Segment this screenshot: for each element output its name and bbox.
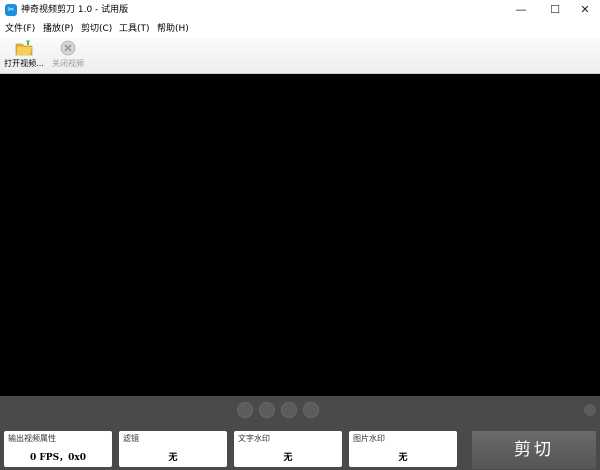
text-watermark-label: 文字水印 bbox=[238, 434, 270, 443]
playback-controls bbox=[0, 396, 600, 424]
menu-tools[interactable]: 工具(T) bbox=[119, 23, 150, 35]
toolbar: 打开视频... 关闭视频 bbox=[0, 38, 600, 74]
close-window-button[interactable]: ✕ bbox=[570, 0, 600, 20]
image-watermark-box[interactable]: 图片水印 无 bbox=[349, 431, 457, 467]
bottom-panel: 输出视频属性 0 FPS，0x0 滤镜 无 文字水印 无 图片水印 无 剪切 bbox=[0, 424, 600, 470]
open-video-label: 打开视频... bbox=[4, 59, 44, 68]
output-properties-value: 0 FPS，0x0 bbox=[30, 453, 86, 463]
title-bar: ✂ 神奇视频剪刀 1.0 - 试用版 — ☐ ✕ bbox=[0, 0, 600, 20]
menu-cut[interactable]: 剪切(C) bbox=[81, 23, 112, 35]
text-watermark-value: 无 bbox=[283, 453, 293, 463]
menu-bar: 文件(F) 播放(P) 剪切(C) 工具(T) 帮助(H) bbox=[0, 20, 600, 38]
scissors-app-icon: ✂ bbox=[5, 4, 17, 16]
close-video-label: 关闭视频 bbox=[52, 59, 84, 68]
stop-icon[interactable] bbox=[303, 402, 319, 418]
close-video-icon bbox=[60, 40, 76, 56]
play-icon[interactable] bbox=[237, 402, 253, 418]
image-watermark-value: 无 bbox=[398, 453, 408, 463]
rewind-icon[interactable] bbox=[259, 402, 275, 418]
filter-value: 无 bbox=[168, 453, 178, 463]
output-properties-label: 输出视频属性 bbox=[8, 434, 56, 443]
menu-help[interactable]: 帮助(H) bbox=[157, 23, 189, 35]
image-watermark-label: 图片水印 bbox=[353, 434, 385, 443]
filter-label: 滤镜 bbox=[123, 434, 139, 443]
pause-icon[interactable] bbox=[281, 402, 297, 418]
open-video-button[interactable]: 打开视频... bbox=[3, 40, 45, 72]
menu-file[interactable]: 文件(F) bbox=[5, 23, 35, 35]
video-preview[interactable] bbox=[0, 74, 600, 396]
filter-box[interactable]: 滤镜 无 bbox=[119, 431, 227, 467]
window-title: 神奇视频剪刀 1.0 - 试用版 bbox=[21, 5, 129, 15]
minimize-button[interactable]: — bbox=[506, 0, 536, 20]
close-video-button[interactable]: 关闭视频 bbox=[49, 40, 87, 72]
output-properties-box[interactable]: 输出视频属性 0 FPS，0x0 bbox=[4, 431, 112, 467]
volume-icon[interactable] bbox=[584, 404, 596, 416]
text-watermark-box[interactable]: 文字水印 无 bbox=[234, 431, 342, 467]
open-folder-icon bbox=[15, 40, 33, 56]
maximize-button[interactable]: ☐ bbox=[540, 0, 570, 20]
menu-play[interactable]: 播放(P) bbox=[43, 23, 73, 35]
cut-button[interactable]: 剪切 bbox=[472, 431, 596, 469]
